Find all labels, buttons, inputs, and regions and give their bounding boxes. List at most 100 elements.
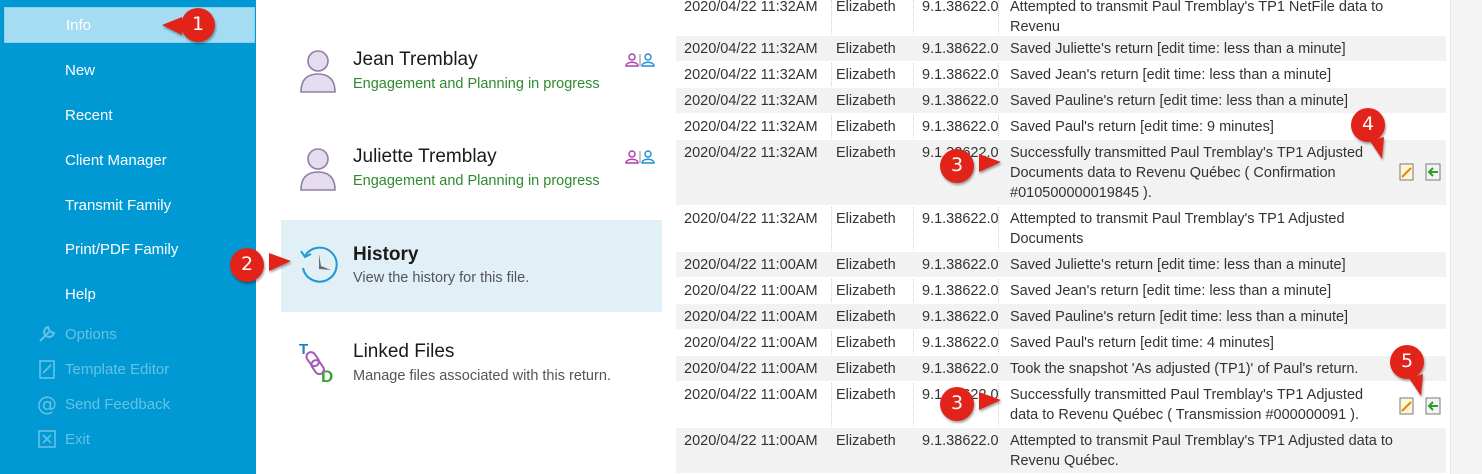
nav-item-label: Print/PDF Family [65,240,179,258]
table-row[interactable]: 2020/04/22 11:32AM Elizabeth 9.1.38622.0 At… [676,206,1446,267]
version-cell: 9.1.38622.0 [922,309,999,325]
table-row[interactable]: 2020/04/22 11:32AM Elizabeth 9.1.38622.0 At… [676,0,1446,55]
user-cell: Elizabeth [836,387,896,403]
date-cell: 2020/04/22 11:32AM [684,67,818,83]
linked-files-icon: T D [299,341,333,384]
card-status: Engagement and Planning in progress [353,173,600,189]
user-cell: Elizabeth [836,211,896,227]
date-cell: 2020/04/22 11:32AM [684,0,818,15]
table-row[interactable]: 2020/04/22 11:00AM Elizabeth 9.1.38622.0 To… [676,356,1446,382]
user-cell: Elizabeth [836,335,896,351]
user-cell: Elizabeth [836,67,896,83]
callout-marker: 1 [160,7,230,63]
table-row[interactable]: 2020/04/22 11:32AM Elizabeth 9.1.38622.0 Sa… [676,62,1446,88]
callout-number: 1 [191,13,205,35]
callout-marker: 5 [1387,344,1457,400]
user-cell: Elizabeth [836,283,896,299]
callout-number: 5 [1400,350,1414,372]
linked-files-card[interactable]: T D Linked Files Manage files associated… [281,316,662,408]
callout-marker: 4 [1348,107,1418,163]
message-line: Saved Juliette's return [edit time: less… [1010,41,1346,57]
message-line: Documents data to Revenu Québec ( Confir… [1010,165,1336,181]
table-row[interactable]: 2020/04/22 11:32AM Elizabeth 9.1.38622.0 Sa… [676,36,1446,62]
callout-number: 4 [1361,113,1375,135]
table-row[interactable]: 2020/04/22 11:00AMElizabeth9.1.38622.0Su… [676,382,1446,428]
message-line: Attempted to transmit Paul Tremblay's TP… [1010,433,1393,449]
table-row[interactable]: 2020/04/22 11:00AM Elizabeth 9.1.38622.0 Sa… [676,278,1446,304]
user-cell: Elizabeth [836,433,896,449]
card-title: Linked Files [353,341,455,362]
user-cell: Elizabeth [836,361,896,377]
nav-item-label: Info [66,16,92,34]
nav-item-recent[interactable]: Recent [0,97,256,133]
version-cell: 9.1.38622.0 [922,41,999,57]
message-cell: Saved Paul's return [edit time: 4 minute… [1010,330,1400,353]
user-cell: Elizabeth [836,119,896,135]
message-cell: Successfully transmitted Paul Tremblay's… [1010,382,1400,425]
date-cell: 2020/04/22 11:00AM [684,335,818,351]
message-cell: Successfully transmitted Paul Tremblay's… [1010,140,1400,203]
user-cell: Elizabeth [836,257,896,273]
history-clock-icon [300,246,338,283]
nav-item-client-manager[interactable]: Client Manager [0,142,256,178]
table-row[interactable]: 2020/04/22 11:00AM Elizabeth 9.1.38622.0 Sa… [676,330,1446,356]
view-report-icon[interactable] [1398,163,1416,181]
nav-item-transmit-family[interactable]: Transmit Family [0,187,256,223]
message-cell: Saved Jean's return [edit time: less tha… [1010,62,1400,85]
nav-item-send-feedback: @ Send Feedback [0,386,256,422]
message-cell: Saved Jean's return [edit time: less tha… [1010,278,1400,301]
table-row[interactable]: 2020/04/22 11:00AM Elizabeth 9.1.38622.0 Sa… [676,304,1446,330]
user-cell: Elizabeth [836,41,896,57]
message-line: Saved Paul's return [edit time: 9 minute… [1010,119,1274,135]
table-row[interactable]: 2020/04/22 11:00AM Elizabeth 9.1.38622.0 At… [676,428,1446,474]
message-line: Saved Juliette's return [edit time: less… [1010,257,1346,273]
history-card[interactable]: History View the history for this file. [281,220,662,312]
version-cell: 9.1.38622.0 [922,67,999,83]
user-cell: Elizabeth [836,93,896,109]
nav-item-label: New [65,61,96,79]
callout-number: 3 [950,154,964,176]
message-line: Saved Jean's return [edit time: less tha… [1010,283,1332,299]
nav-item-label: Template Editor [65,360,170,378]
table-row[interactable]: 2020/04/22 11:32AM Elizabeth 9.1.38622.0 Sa… [676,88,1446,114]
card-title: Juliette Tremblay [353,146,497,167]
callout-marker: 3 [937,148,1007,204]
table-row[interactable]: 2020/04/22 11:32AM Elizabeth 9.1.38622.0 Sa… [676,114,1446,140]
message-line: Revenu Québec. [1010,453,1119,469]
date-cell: 2020/04/22 11:00AM [684,361,818,377]
row-actions [1398,397,1448,417]
vertical-scrollbar[interactable] [1450,0,1482,474]
import-acknowledgement-icon[interactable] [1424,163,1442,181]
table-row[interactable]: 2020/04/22 11:00AM Elizabeth 9.1.38622.0 Sa… [676,252,1446,278]
close-box-icon [38,430,56,448]
backstage-nav: Info New Recent Client Manager Transmit Fami… [0,0,256,474]
nav-item-help[interactable]: Help [0,276,256,312]
card-title: History [353,244,419,265]
person-icon [300,148,336,191]
message-line: Attempted to transmit Paul Tremblay's TP… [1010,211,1345,247]
client-card-juliette[interactable]: Juliette Tremblay Engagement and Plannin… [281,124,662,216]
info-panel: Jean Tremblay Engagement and Planning in… [256,0,668,474]
message-cell: Saved Juliette's return [edit time: less… [1010,36,1400,59]
message-line: Saved Pauline's return [edit time: less … [1010,93,1349,109]
row-actions [1398,163,1448,183]
nav-item-template-editor: Template Editor [0,351,256,387]
wrench-icon [39,325,56,342]
version-cell: 9.1.38622.0 [922,0,999,15]
version-cell: 9.1.38622.0 [922,283,999,299]
message-cell: Took the snapshot 'As adjusted (TP1)' of… [1010,356,1400,379]
callout-marker: 3 [937,386,1007,442]
svg-text:@: @ [37,393,57,415]
family-members-icon [625,150,655,164]
user-cell: Elizabeth [836,309,896,325]
message-line: Attempted to transmit Paul Tremblay's TP… [1010,0,1384,35]
nav-item-exit: Exit [0,421,256,457]
message-cell: Attempted to transmit Paul Tremblay's TP… [1010,428,1400,471]
message-line: data to Revenu Québec ( Transmission #00… [1010,407,1360,423]
table-row[interactable]: 2020/04/22 11:32AMElizabeth9.1.38622.0Su… [676,140,1446,206]
message-cell: Saved Paul's return [edit time: 9 minute… [1010,114,1400,137]
card-description: Manage files associated with this return… [353,368,611,384]
date-cell: 2020/04/22 11:32AM [684,211,818,227]
nav-item-print-pdf-family[interactable]: Print/PDF Family [0,231,256,267]
client-card-jean[interactable]: Jean Tremblay Engagement and Planning in… [281,28,662,120]
